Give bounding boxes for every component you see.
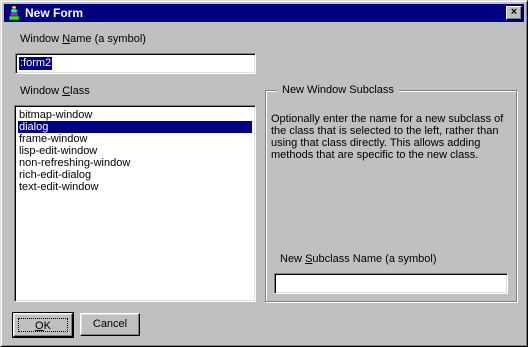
list-item[interactable]: rich-edit-dialog — [18, 169, 252, 181]
app-icon — [8, 5, 20, 21]
list-item[interactable]: frame-window — [18, 133, 252, 145]
list-item[interactable]: text-edit-window — [18, 181, 252, 193]
subclass-description: Optionally enter the name for a new subc… — [271, 113, 504, 161]
window-name-value: :form2 — [19, 57, 53, 70]
window-name-input[interactable]: :form2 — [15, 53, 256, 74]
ok-button-label: OK — [18, 318, 68, 332]
list-item[interactable]: bitmap-window — [18, 109, 252, 121]
window-class-label-pre: Window — [20, 85, 63, 97]
window-name-label-post: ame (a symbol) — [70, 33, 146, 45]
subclass-label-pre: New — [280, 253, 306, 265]
window-class-label-accel: C — [62, 85, 71, 97]
window-class-list[interactable]: bitmap-window dialog frame-window lisp-e… — [14, 105, 256, 302]
window-class-label: Window Class — [20, 85, 90, 98]
list-item[interactable]: lisp-edit-window — [18, 145, 252, 157]
title-bar[interactable]: New Form × — [4, 4, 524, 22]
close-icon[interactable]: × — [506, 6, 522, 20]
ok-button[interactable]: OK — [12, 312, 74, 338]
window-class-label-post: lass — [70, 85, 90, 97]
new-form-dialog: New Form × Window Name (a symbol) :form2… — [0, 0, 528, 347]
ok-label-accel: O — [35, 320, 44, 332]
subclass-name-input[interactable] — [274, 273, 508, 294]
subclass-name-label: New Subclass Name (a symbol) — [280, 253, 437, 266]
window-name-label: Window Name (a symbol) — [20, 33, 146, 46]
list-item-selected[interactable]: dialog — [18, 121, 252, 133]
cancel-button[interactable]: Cancel — [80, 313, 140, 336]
ok-label-post: K — [43, 320, 51, 332]
window-name-label-accel: N — [62, 33, 71, 45]
window-name-label-pre: Window — [20, 33, 63, 45]
window-title: New Form — [25, 6, 84, 20]
list-item[interactable]: non-refreshing-window — [18, 157, 252, 169]
subclass-group-title: New Window Subclass — [277, 84, 399, 97]
subclass-label-post: ubclass Name (a symbol) — [312, 253, 437, 265]
